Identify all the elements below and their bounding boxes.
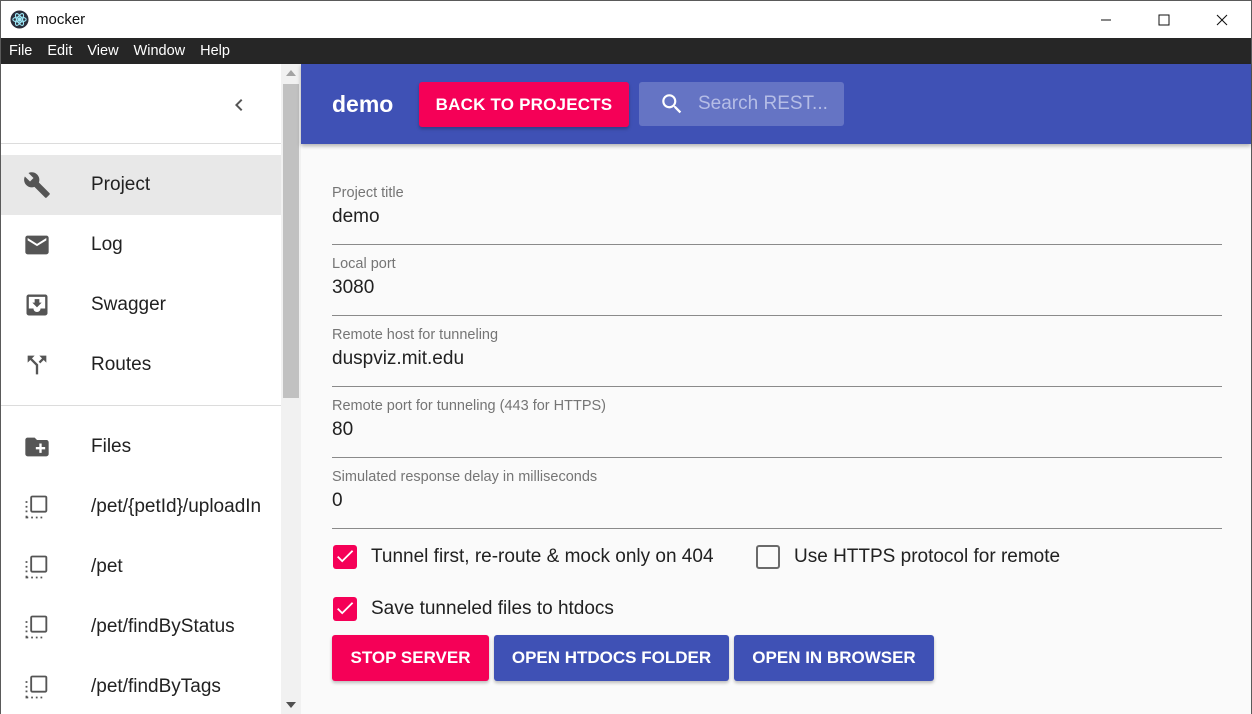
field-label: Simulated response delay in milliseconds <box>332 469 598 485</box>
project-name: demo <box>332 91 394 117</box>
scroll-up-arrow-icon[interactable] <box>286 70 296 76</box>
tunnel-first-label: Tunnel first, re-route & mock only on 40… <box>371 546 714 567</box>
sidebar-item-label: /pet/findByStatus <box>91 616 235 637</box>
app-bar: demo BACK TO PROJECTS Search REST... <box>301 64 1251 144</box>
sidebar-item-label: Project <box>91 174 151 195</box>
file-route-icon <box>23 493 51 521</box>
minimize-button[interactable] <box>1077 1 1135 38</box>
download-box-icon <box>23 291 51 319</box>
sidebar-item-routes[interactable]: Routes <box>1 335 281 395</box>
remote-host-field[interactable]: Remote host for tunneling duspviz.mit.ed… <box>332 327 1222 387</box>
close-icon <box>1216 14 1228 25</box>
open-htdocs-button[interactable]: OPEN HTDOCS FOLDER <box>494 635 729 681</box>
call-split-icon <box>23 351 51 379</box>
menu-edit[interactable]: Edit <box>41 38 78 64</box>
search-placeholder: Search REST... <box>698 93 828 114</box>
checkmark-icon <box>337 550 354 563</box>
field-label: Remote host for tunneling <box>332 327 499 343</box>
search-input[interactable]: Search REST... <box>639 82 844 126</box>
use-https-checkbox[interactable] <box>756 545 780 569</box>
window-title: mocker <box>36 11 86 28</box>
sidebar-item-log[interactable]: Log <box>1 215 281 275</box>
sidebar-item-files[interactable]: Files <box>1 417 281 477</box>
menu-help[interactable]: Help <box>194 38 236 64</box>
sidebar-divider <box>1 405 281 406</box>
response-delay-field[interactable]: Simulated response delay in milliseconds… <box>332 469 1222 529</box>
use-https-label: Use HTTPS protocol for remote <box>794 546 1061 567</box>
sidebar-item-label: /pet <box>91 556 123 577</box>
sidebar-file-item[interactable]: /pet/findByTags <box>1 657 281 714</box>
sidebar-item-label: Swagger <box>91 294 166 315</box>
remote-port-field[interactable]: Remote port for tunneling (443 for HTTPS… <box>332 398 1222 458</box>
local-port-field[interactable]: Local port 3080 <box>332 256 1222 316</box>
open-in-browser-button[interactable]: OPEN IN BROWSER <box>734 635 934 681</box>
sidebar-item-label: /pet/findByTags <box>91 676 221 697</box>
field-label: Local port <box>332 256 396 272</box>
sidebar-file-item[interactable]: /pet/{petId}/uploadIn <box>1 477 281 537</box>
sidebar-item-label: /pet/{petId}/uploadIn <box>91 496 262 517</box>
search-icon <box>662 94 682 114</box>
sidebar-item-label: Log <box>91 234 123 255</box>
scroll-down-arrow-icon[interactable] <box>286 702 296 708</box>
sidebar-item-swagger[interactable]: Swagger <box>1 275 281 335</box>
sidebar-item-label: Files <box>91 436 132 457</box>
field-value: 80 <box>332 419 354 440</box>
field-value: 3080 <box>332 277 375 298</box>
save-tunneled-label: Save tunneled files to htdocs <box>371 598 614 619</box>
menu-view[interactable]: View <box>81 38 124 64</box>
field-value: 0 <box>332 490 343 511</box>
app-logo-icon <box>10 10 29 29</box>
scroll-thumb[interactable] <box>283 84 299 398</box>
file-route-icon <box>23 553 51 581</box>
mail-icon <box>23 231 51 259</box>
checkmark-icon <box>337 602 354 615</box>
field-value: duspviz.mit.edu <box>332 348 465 369</box>
close-button[interactable] <box>1193 1 1251 38</box>
save-tunneled-checkbox[interactable] <box>333 597 357 621</box>
sidebar-item-label: Routes <box>91 354 152 375</box>
sidebar-file-item[interactable]: /pet <box>1 537 281 597</box>
menu-bar: File Edit View Window Help <box>1 38 1251 64</box>
file-route-icon <box>23 613 51 641</box>
folder-add-icon <box>23 433 51 461</box>
title-bar: mocker <box>1 1 1251 38</box>
main-content: demo BACK TO PROJECTS Search REST... Pro… <box>301 64 1251 714</box>
maximize-icon <box>1158 14 1170 25</box>
stop-server-button[interactable]: STOP SERVER <box>332 635 489 681</box>
sidebar-file-item[interactable]: /pet/findByStatus <box>1 597 281 657</box>
menu-file[interactable]: File <box>3 38 38 64</box>
field-label: Project title <box>332 185 404 201</box>
back-to-projects-button[interactable]: BACK TO PROJECTS <box>419 82 629 127</box>
sidebar-divider <box>1 143 281 144</box>
menu-window[interactable]: Window <box>128 38 192 64</box>
tunnel-first-checkbox[interactable] <box>333 545 357 569</box>
chevron-left-icon <box>235 99 243 111</box>
file-route-icon <box>23 673 51 701</box>
minimize-icon <box>1101 19 1111 20</box>
field-label: Remote port for tunneling (443 for HTTPS… <box>332 398 607 414</box>
field-value: demo <box>332 206 380 227</box>
project-title-field[interactable]: Project title demo <box>332 185 1222 245</box>
maximize-button[interactable] <box>1135 1 1193 38</box>
sidebar-item-project[interactable]: Project <box>1 155 281 215</box>
sidebar: Project Log Swagger Routes Files /pet/{p… <box>1 64 281 714</box>
collapse-sidebar-button[interactable] <box>227 93 251 117</box>
sidebar-scrollbar[interactable] <box>281 64 301 714</box>
wrench-icon <box>23 171 51 199</box>
